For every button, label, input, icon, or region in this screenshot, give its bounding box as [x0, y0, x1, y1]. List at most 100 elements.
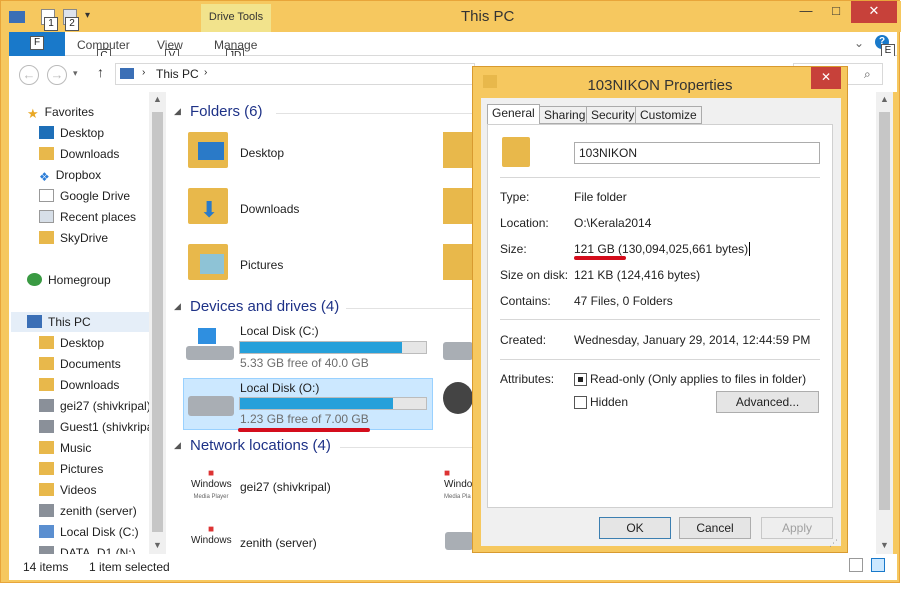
network-header[interactable]: Network locations (4)	[190, 437, 331, 454]
minimize-button[interactable]: —	[791, 1, 821, 23]
qat-dropdown-icon[interactable]: ▾	[85, 10, 90, 21]
advanced-button[interactable]: Advanced...	[716, 391, 819, 413]
group-divider	[340, 447, 476, 448]
folder-desktop[interactable]: Desktop	[240, 146, 284, 160]
scroll-down-icon[interactable]: ▼	[880, 540, 889, 550]
folder-icon	[39, 483, 54, 496]
size-label: Size:	[500, 242, 527, 256]
homegroup-icon	[27, 273, 42, 286]
tab-security[interactable]: Security	[586, 106, 640, 124]
network-zenith[interactable]: zenith (server)	[240, 536, 317, 550]
tab-general[interactable]: General	[487, 104, 540, 125]
size-value: 121 GB (130,094,025,661 bytes)	[574, 242, 751, 256]
folder-pictures[interactable]: Pictures	[240, 258, 283, 272]
recent-locations-icon[interactable]: ▾	[73, 68, 78, 79]
scroll-thumb[interactable]	[879, 112, 890, 510]
tab-customize[interactable]: Customize	[635, 106, 702, 124]
collapse-network-icon[interactable]: ◢	[174, 440, 181, 451]
scroll-thumb[interactable]	[152, 112, 163, 532]
folder-icon	[39, 378, 54, 391]
created-label: Created:	[500, 333, 547, 347]
breadcrumb-chevron-icon[interactable]: ›	[204, 67, 207, 78]
keytip-2: 2	[65, 17, 79, 31]
red-annotation-underline	[238, 428, 370, 432]
nav-item-desktop[interactable]: Desktop	[39, 333, 166, 353]
this-pc-icon	[120, 68, 134, 79]
file-tab[interactable]: F	[9, 32, 65, 56]
content-scrollbar[interactable]: ▲ ▼	[876, 92, 893, 554]
computer-icon[interactable]	[9, 11, 25, 23]
nav-favorites[interactable]: ★ Favorites	[27, 102, 166, 122]
ok-button[interactable]: OK	[599, 517, 671, 539]
created-value: Wednesday, January 29, 2014, 12:44:59 PM	[574, 333, 811, 347]
nav-item-documents[interactable]: Documents	[39, 354, 166, 374]
cancel-button[interactable]: Cancel	[679, 517, 751, 539]
ribbon-expand-icon[interactable]: ⌄	[854, 36, 864, 50]
forward-button[interactable]: →	[47, 65, 67, 85]
nav-item-local-disk-c[interactable]: Local Disk (C:)	[39, 522, 166, 542]
scroll-up-icon[interactable]: ▲	[153, 94, 162, 104]
maximize-button[interactable]: □	[821, 1, 851, 23]
hidden-label[interactable]: Hidden	[590, 395, 628, 409]
nav-item-dropbox[interactable]: ❖ Dropbox	[39, 165, 166, 185]
nav-item-google-drive[interactable]: Google Drive	[39, 186, 166, 206]
drive-o-usage-bar	[239, 397, 427, 410]
search-icon: ⌕	[864, 67, 871, 81]
drive-o-name[interactable]: Local Disk (O:)	[240, 381, 319, 395]
drive-o-usage-fill	[240, 398, 393, 409]
drive-c-usage-bar	[239, 341, 427, 354]
nav-item-data-d1[interactable]: DATA_D1 (N:)	[39, 543, 166, 554]
keytip-1: 1	[44, 17, 58, 31]
breadcrumb-this-pc[interactable]: This PC	[156, 67, 199, 81]
details-view-icon[interactable]	[849, 558, 863, 572]
nav-item-music[interactable]: Music	[39, 438, 166, 458]
network-gei27[interactable]: gei27 (shivkripal)	[240, 480, 331, 494]
drive-c-free: 5.33 GB free of 40.0 GB	[240, 356, 369, 370]
nav-item-desktop[interactable]: Desktop	[39, 123, 166, 143]
apply-button[interactable]: Apply	[761, 517, 833, 539]
back-button[interactable]: ←	[19, 65, 39, 85]
nav-item-gei27[interactable]: gei27 (shivkripal)	[39, 396, 166, 416]
nav-item-pictures[interactable]: Pictures	[39, 459, 166, 479]
breadcrumb-separator-icon: ›	[142, 67, 146, 78]
nav-this-pc[interactable]: This PC	[11, 312, 151, 332]
nav-item-guest1[interactable]: Guest1 (shivkripa	[39, 417, 166, 437]
network-drive-icon	[39, 504, 54, 517]
nav-item-recent-places[interactable]: Recent places	[39, 207, 166, 227]
folder-name-input[interactable]: 103NIKON	[574, 142, 820, 164]
scroll-up-icon[interactable]: ▲	[880, 94, 889, 104]
collapse-folders-icon[interactable]: ◢	[174, 106, 181, 117]
resize-grip-icon[interactable]: ⋰	[829, 538, 838, 549]
dialog-body: General Sharing Security Customize 103NI…	[481, 98, 841, 549]
type-value: File folder	[574, 190, 627, 204]
folder-icon	[39, 462, 54, 475]
scroll-down-icon[interactable]: ▼	[153, 540, 162, 550]
folder-icon	[502, 137, 530, 167]
hidden-checkbox[interactable]	[574, 396, 587, 409]
general-panel: 103NIKON Type: File folder Location: O:\…	[487, 124, 833, 508]
folder-downloads[interactable]: Downloads	[240, 202, 299, 216]
large-icons-view-icon[interactable]	[871, 558, 885, 572]
nav-item-downloads[interactable]: Downloads	[39, 144, 166, 164]
up-button[interactable]: ↑	[97, 64, 104, 80]
nav-item-zenith[interactable]: zenith (server)	[39, 501, 166, 521]
nav-homegroup[interactable]: Homegroup	[27, 270, 166, 290]
nav-item-skydrive[interactable]: SkyDrive	[39, 228, 166, 248]
collapse-devices-icon[interactable]: ◢	[174, 301, 181, 312]
drive-c-name[interactable]: Local Disk (C:)	[240, 324, 319, 338]
location-label: Location:	[500, 216, 549, 230]
nav-item-downloads[interactable]: Downloads	[39, 375, 166, 395]
nav-scrollbar[interactable]: ▲ ▼	[149, 92, 166, 554]
type-label: Type:	[500, 190, 530, 204]
readonly-label[interactable]: Read-only (Only applies to files in fold…	[590, 372, 806, 386]
readonly-checkbox[interactable]	[574, 373, 587, 386]
folders-header[interactable]: Folders (6)	[190, 103, 263, 120]
dialog-close-button[interactable]: ✕	[811, 67, 841, 89]
close-button[interactable]: ✕	[851, 1, 897, 23]
videos-folder-icon	[443, 244, 473, 280]
size-on-disk-label: Size on disk:	[500, 268, 569, 282]
nav-item-videos[interactable]: Videos	[39, 480, 166, 500]
tab-sharing[interactable]: Sharing	[539, 106, 591, 124]
address-box[interactable]: › This PC ›	[115, 63, 475, 85]
devices-header[interactable]: Devices and drives (4)	[190, 298, 339, 315]
